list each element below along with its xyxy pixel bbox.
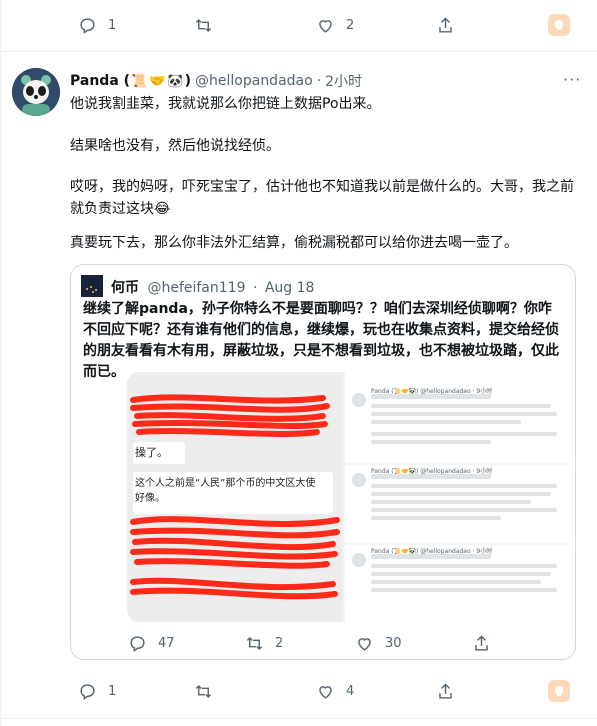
quoted-header: 何币 @hefeifan119 · Aug 18 <box>111 277 314 297</box>
shield-icon <box>554 685 564 697</box>
display-name-close: ) <box>184 73 192 89</box>
display-name[interactable]: Panda ( <box>70 73 130 89</box>
share-button[interactable] <box>436 676 455 706</box>
quote-action-bar: 47 2 30 <box>0 628 597 658</box>
user-handle[interactable]: @hellopandadao <box>195 73 313 89</box>
retweet-icon <box>246 636 263 650</box>
like-count: 4 <box>346 683 355 699</box>
timeline-rail <box>0 0 1 726</box>
retweet-count: 2 <box>275 635 284 651</box>
shield-icon <box>554 19 564 31</box>
like-button[interactable]: 30 <box>355 628 402 658</box>
heart-icon <box>319 685 332 699</box>
reply-count: 1 <box>108 17 117 33</box>
reply-icon <box>80 17 95 34</box>
heart-icon <box>319 19 332 33</box>
heart-icon <box>358 637 371 651</box>
retweet-icon <box>195 18 212 32</box>
retweet-button[interactable]: 2 <box>245 628 283 658</box>
tweet-time[interactable]: 2小时 <box>325 71 362 91</box>
share-icon <box>439 16 452 33</box>
scroll-emoji: 📜 <box>131 73 148 89</box>
separator-dot: · <box>316 73 322 89</box>
like-count: 30 <box>385 635 402 651</box>
like-button[interactable]: 2 <box>316 10 354 40</box>
reply-button[interactable]: 1 <box>78 10 116 40</box>
reply-button[interactable]: 47 <box>128 628 175 658</box>
retweet-icon <box>195 684 212 698</box>
reply-icon <box>130 635 145 652</box>
panda-avatar-icon <box>12 68 60 116</box>
separator-dot: · <box>252 280 258 296</box>
image-post-author: Panda (📜🤝🐼) @hellopandadao · 9小时 <box>371 388 493 395</box>
city-night-avatar-icon <box>81 275 103 297</box>
tweet-text-paragraph: 哎呀，我的妈呀，吓死宝宝了，估计他也不知道我以前是做什么的。大哥，我之前就负责过… <box>70 179 574 217</box>
like-count: 2 <box>346 17 355 33</box>
quoted-avatar <box>81 275 103 297</box>
like-button[interactable]: 4 <box>316 676 354 706</box>
tweet-text-paragraph: 真要玩下去，那么你非法外汇结算，偷税漏税都可以给你进去喝一壶了。 <box>70 235 518 251</box>
handshake-emoji: 🤝 <box>149 73 166 89</box>
image-chat-message: 这个人之前是“人民”那个币的中文区大使好像。 <box>135 478 316 504</box>
retweet-button[interactable] <box>194 10 224 40</box>
quoted-date: Aug 18 <box>264 280 315 296</box>
reply-count: 47 <box>158 635 175 651</box>
share-icon <box>439 682 452 699</box>
reply-icon <box>80 683 95 700</box>
quoted-image[interactable]: 操了。 这个人之前是“人民”那个币的中文区大使好像。 Panda (📜🤝🐼) @… <box>127 372 571 622</box>
reply-count: 1 <box>108 683 117 699</box>
more-options-icon[interactable]: ··· <box>563 70 581 89</box>
retweet-button[interactable] <box>194 676 224 706</box>
avatar[interactable] <box>12 68 60 116</box>
extension-button[interactable] <box>548 680 570 702</box>
tweet-divider <box>1 718 597 719</box>
quoted-text: 继续了解panda，孙子你特么不是要面聊吗？？咱们去深圳经侦聊啊？你咋不回应下呢… <box>83 301 559 380</box>
image-post-author: Panda (📜🤝🐼) @hellopandadao · 9小时 <box>371 468 493 475</box>
tweet-header: Panda ( 📜 🤝 🐼 ) @hellopandadao · 2小时 <box>70 71 362 91</box>
reply-button[interactable]: 1 <box>78 676 116 706</box>
image-chat-message: 操了。 <box>135 446 168 459</box>
tweet-divider <box>1 51 597 52</box>
tweet-text-paragraph: 结果啥也没有，然后他说找经侦。 <box>70 138 280 154</box>
share-icon <box>475 634 488 651</box>
tweet-action-bar: 1 4 <box>0 676 597 706</box>
extension-button[interactable] <box>548 14 570 36</box>
quoted-display-name: 何币 <box>111 280 139 296</box>
tweet-text-paragraph: 他说我割韭菜，我就说那么你把链上数据Po出来。 <box>70 96 381 112</box>
share-button[interactable] <box>436 10 455 40</box>
image-post-author: Panda (📜🤝🐼) @hellopandadao · 9小时 <box>371 548 493 555</box>
panda-emoji: 🐼 <box>167 73 184 89</box>
share-button[interactable] <box>472 628 491 658</box>
prev-tweet-action-bar: 1 2 <box>0 10 597 40</box>
quoted-handle: @hefeifan119 <box>147 280 246 296</box>
